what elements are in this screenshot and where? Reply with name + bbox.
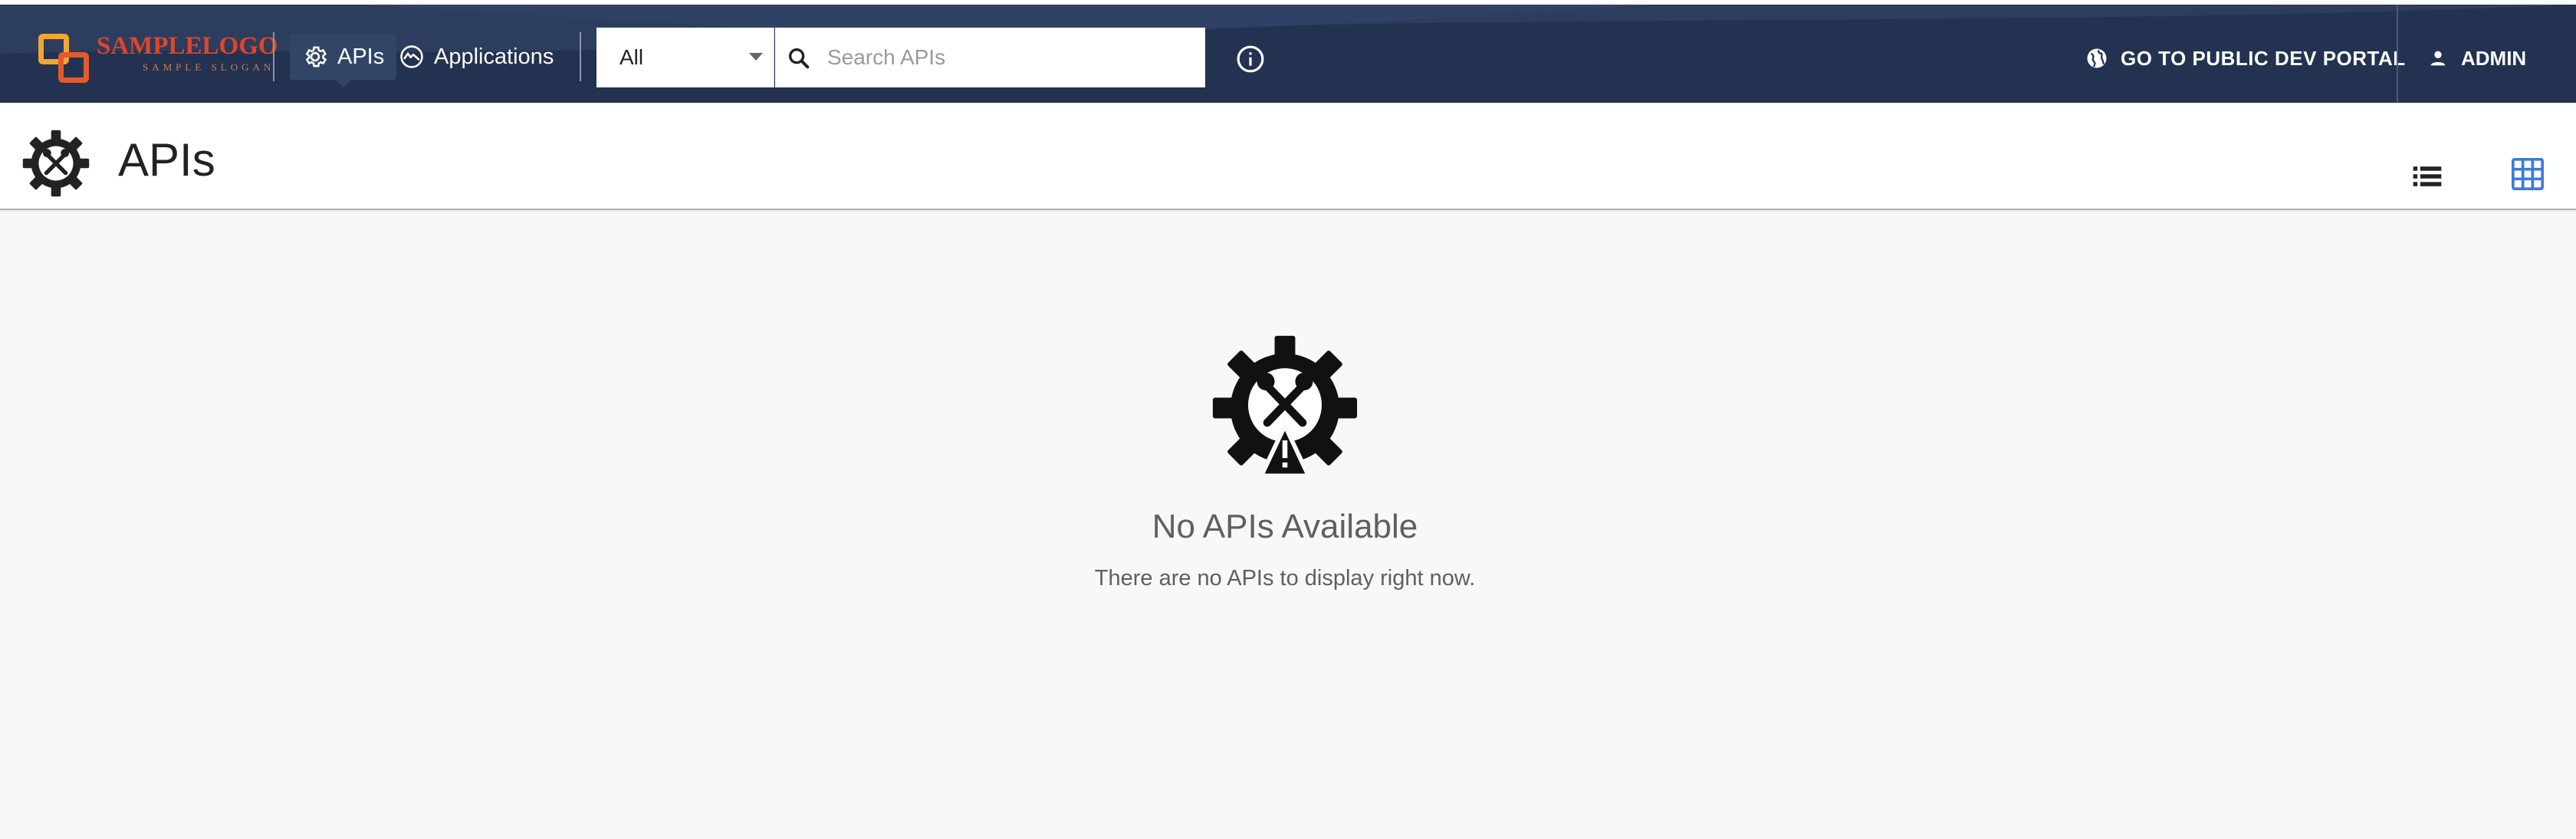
grid-view-icon[interactable]: [2510, 156, 2545, 192]
search-icon: [788, 48, 810, 69]
nav-divider: [580, 32, 581, 81]
gear-icon: [305, 46, 327, 67]
chevron-down-icon: [749, 53, 763, 61]
admin-user-menu[interactable]: ADMIN: [2427, 35, 2526, 81]
top-navigation-bar: SAMPLELOGO SAMPLE SLOGAN APIs Applicatio…: [0, 0, 2576, 103]
empty-state-title: No APIs Available: [1152, 508, 1418, 545]
page-title: APIs: [118, 134, 215, 186]
admin-divider: [2397, 5, 2398, 103]
public-dev-portal-label: GO TO PUBLIC DEV PORTAL: [2121, 46, 2406, 70]
logo-name: SAMPLELOGO: [97, 32, 278, 60]
search-scope-select[interactable]: All: [596, 28, 774, 87]
page-header: APIs: [0, 103, 2576, 210]
info-icon[interactable]: [1236, 44, 1265, 74]
nav-item-apis-label: APIs: [337, 44, 385, 69]
company-logo[interactable]: SAMPLELOGO SAMPLE SLOGAN: [35, 26, 278, 83]
person-icon: [2430, 51, 2446, 66]
search-box: [775, 28, 1205, 87]
logo-square-red: [58, 52, 89, 83]
list-view-icon[interactable]: [2410, 160, 2444, 193]
nav-item-applications[interactable]: Applications: [386, 34, 566, 80]
search-scope-value: All: [619, 45, 644, 69]
api-gear-tools-icon: [22, 130, 90, 197]
nav-item-applications-label: Applications: [434, 44, 554, 69]
api-warning-icon: [1212, 335, 1358, 479]
nav-divider: [273, 32, 274, 81]
nav-item-apis[interactable]: APIs: [290, 34, 397, 87]
globe-icon: [2087, 48, 2107, 68]
public-dev-portal-link[interactable]: GO TO PUBLIC DEV PORTAL: [2085, 35, 2406, 81]
applications-icon: [400, 45, 423, 68]
search-input[interactable]: [827, 28, 1195, 87]
empty-state-description: There are no APIs to display right now.: [1094, 566, 1476, 591]
admin-label: ADMIN: [2461, 46, 2527, 70]
logo-slogan: SAMPLE SLOGAN: [143, 61, 275, 73]
